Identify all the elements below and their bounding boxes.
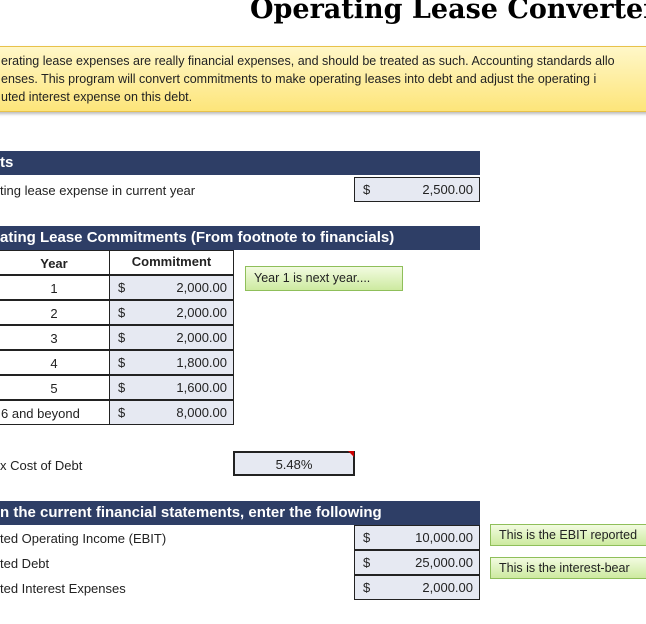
cost-of-debt-label: x Cost of Debt (0, 458, 83, 473)
financials-header: n the current financial statements, ente… (0, 501, 480, 525)
intro-line: uted interest expense on this debt. (1, 90, 193, 104)
commitment-value: 1,600.00 (176, 380, 227, 395)
commitment-value: 2,000.00 (176, 305, 227, 320)
currency-symbol: $ (363, 530, 371, 545)
currency-symbol: $ (363, 555, 371, 570)
cost-of-debt-value[interactable]: 5.48% (233, 451, 355, 476)
inputs-header: ts (0, 151, 480, 175)
commitment-input[interactable]: $2,000.00 (109, 275, 234, 300)
year-note: Year 1 is next year.... (245, 266, 403, 291)
page-title: Operating Lease Converter (250, 0, 646, 25)
commitments-header: ating Lease Commitments (From footnote t… (0, 226, 480, 250)
year-cell: 5 (0, 375, 110, 400)
commitment-input[interactable]: $8,000.00 (109, 400, 234, 425)
year-column-header: Year (0, 250, 110, 275)
commitment-value: 2,000.00 (176, 330, 227, 345)
year-cell: 2 (0, 300, 110, 325)
expense-value: 2,500.00 (422, 182, 473, 197)
financial-value: 2,000.00 (422, 580, 473, 595)
comment-indicator-icon (348, 451, 354, 457)
currency-symbol: $ (118, 405, 126, 420)
currency-symbol: $ (363, 182, 371, 197)
commitment-column-header: Commitment (109, 250, 234, 275)
currency-symbol: $ (118, 280, 126, 295)
currency-symbol: $ (363, 580, 371, 595)
financial-label: ted Debt (0, 556, 50, 571)
commitment-input[interactable]: $1,800.00 (109, 350, 234, 375)
commitment-input[interactable]: $2,000.00 (109, 325, 234, 350)
financial-input[interactable]: $25,000.00 (354, 550, 480, 575)
commitment-value: 8,000.00 (176, 405, 227, 420)
commitment-input[interactable]: $2,000.00 (109, 300, 234, 325)
currency-symbol: $ (118, 355, 126, 370)
expense-input[interactable]: $2,500.00 (354, 177, 480, 202)
intro-line: enses. This program will convert commitm… (1, 72, 597, 86)
commitment-input[interactable]: $1,600.00 (109, 375, 234, 400)
currency-symbol: $ (118, 330, 126, 345)
year-cell: 4 (0, 350, 110, 375)
commitment-value: 1,800.00 (176, 355, 227, 370)
financial-value: 25,000.00 (415, 555, 473, 570)
year-cell: 6 and beyond (0, 400, 110, 425)
year-cell: 3 (0, 325, 110, 350)
year-cell: 1 (0, 275, 110, 300)
commitment-value: 2,000.00 (176, 280, 227, 295)
currency-symbol: $ (118, 305, 126, 320)
expense-label: ting lease expense in current year (0, 183, 196, 198)
financial-value: 10,000.00 (415, 530, 473, 545)
ebit-note: This is the EBIT reported (490, 524, 646, 546)
financial-label: ted Interest Expenses (0, 581, 126, 596)
currency-symbol: $ (118, 380, 126, 395)
intro-banner: erating lease expenses are really financ… (0, 46, 646, 112)
financial-input[interactable]: $10,000.00 (354, 525, 480, 550)
intro-line: erating lease expenses are really financ… (1, 54, 615, 68)
financial-input[interactable]: $2,000.00 (354, 575, 480, 600)
financial-label: ted Operating Income (EBIT) (0, 531, 167, 546)
debt-note: This is the interest-bear (490, 557, 646, 579)
